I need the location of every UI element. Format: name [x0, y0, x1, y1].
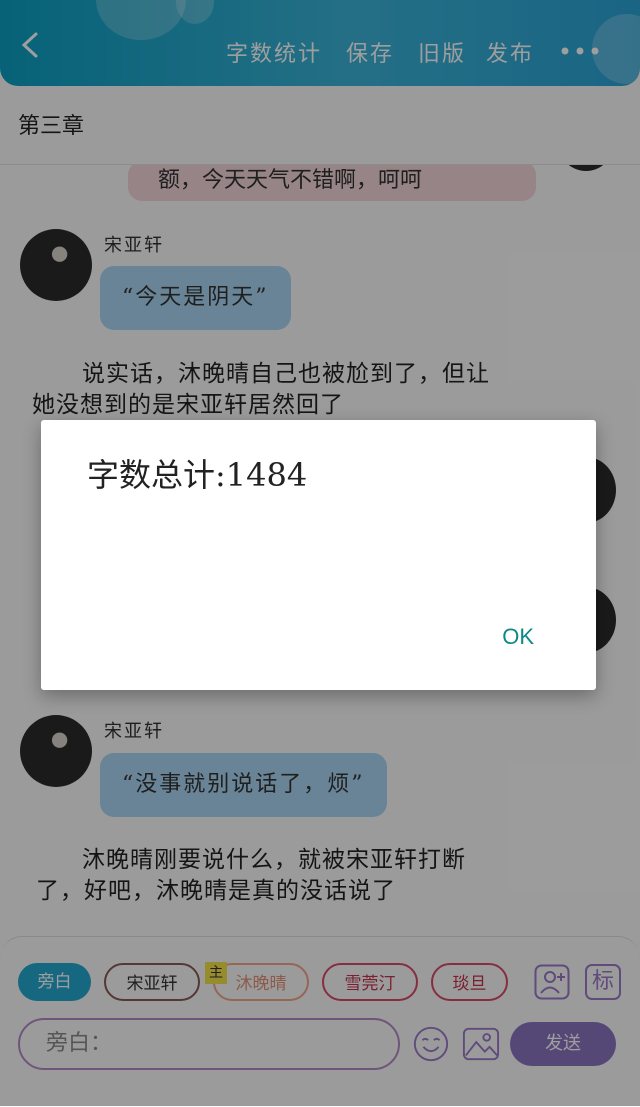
word-count-message: 字数总计:1484 [87, 456, 308, 494]
word-count-dialog: 字数总计:1484 OK [41, 420, 596, 690]
ok-button[interactable]: OK [502, 624, 534, 650]
